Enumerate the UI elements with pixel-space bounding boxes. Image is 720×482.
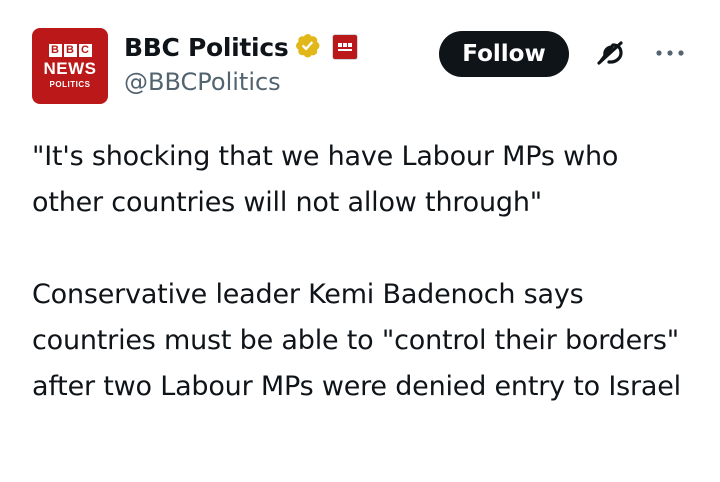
name-row: BBC Politics: [124, 30, 359, 64]
bbc-letter: B: [48, 44, 62, 57]
bbc-letter: C: [78, 44, 92, 57]
tweet-paragraph-summary: Conservative leader Kemi Badenoch says c…: [32, 279, 681, 402]
more-options-icon[interactable]: [652, 42, 688, 64]
follow-button[interactable]: Follow: [439, 31, 569, 77]
avatar-politics-text: POLITICS: [49, 80, 91, 89]
grok-icon[interactable]: [592, 36, 628, 72]
avatar-news-text: NEWS: [43, 59, 97, 78]
user-handle[interactable]: @BBCPolitics: [124, 68, 281, 96]
verified-badge-icon[interactable]: [294, 32, 324, 62]
display-name[interactable]: BBC Politics: [124, 33, 289, 62]
bbc-letter: B: [63, 44, 77, 57]
tweet-header: B B C NEWS POLITICS BBC Politics @BBCPol…: [0, 0, 720, 120]
avatar[interactable]: B B C NEWS POLITICS: [32, 28, 108, 104]
tweet-paragraph-quote: "It's shocking that we have Labour MPs w…: [32, 141, 619, 218]
tweet-body: "It's shocking that we have Labour MPs w…: [32, 134, 692, 410]
bbc-logo: B B C: [48, 44, 92, 57]
bbc-news-badge-icon[interactable]: [332, 34, 359, 60]
